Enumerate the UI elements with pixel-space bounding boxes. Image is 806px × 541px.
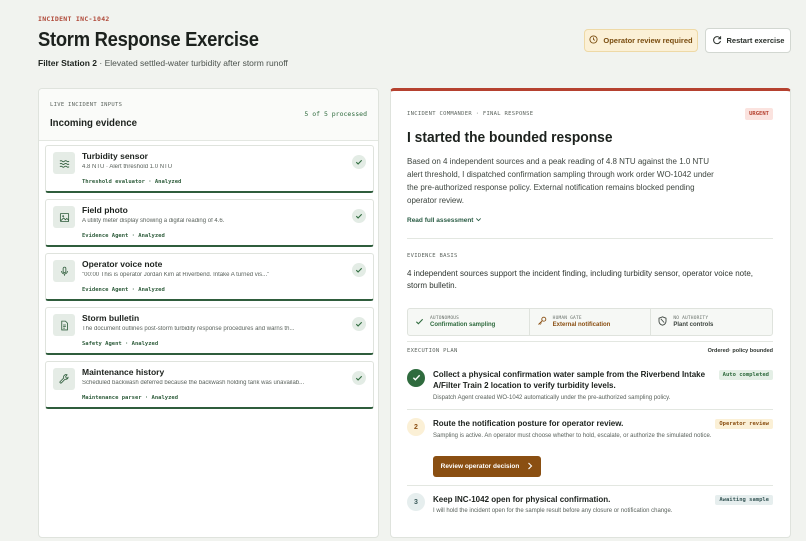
check-icon xyxy=(352,371,366,385)
check-icon xyxy=(412,373,421,384)
execution-order-note: Ordered· policy bounded xyxy=(707,348,773,354)
step-1-marker xyxy=(407,369,425,387)
evidence-title: Operator voice note xyxy=(82,259,163,269)
chevron-down-icon xyxy=(475,216,482,225)
evidence-basis-text: 4 independent sources support the incide… xyxy=(407,269,753,290)
clock-icon xyxy=(589,35,598,46)
status-badge: Auto completed xyxy=(718,370,773,380)
evidence-item-storm-bulletin[interactable]: Storm bulletin The document outlines pos… xyxy=(45,307,374,355)
step-1-desc: Dispatch Agent created WO-1042 automatic… xyxy=(433,395,671,401)
step-3-marker: 3 xyxy=(407,493,425,511)
evidence-agent: Maintenance parser · Analyzed xyxy=(82,395,179,401)
evidence-item-maintenance[interactable]: Maintenance history Scheduled backwash d… xyxy=(45,361,374,409)
divider xyxy=(407,409,773,410)
mode-type: HUMAN GATE xyxy=(552,316,582,321)
microphone-icon xyxy=(53,260,75,282)
waves-icon xyxy=(53,152,75,174)
operator-review-button[interactable]: Operator review required xyxy=(584,29,698,52)
wrench-icon xyxy=(53,368,75,390)
authority-modes: AUTONOMOUS Confirmation sampling HUMAN GA… xyxy=(407,308,773,336)
page-title: Storm Response Exercise xyxy=(38,29,259,51)
evidence-desc: A utility meter display showing a digita… xyxy=(82,218,225,224)
mode-type: NO AUTHORITY xyxy=(673,316,709,321)
check-icon xyxy=(352,155,366,169)
evidence-panel-label: LIVE INCIDENT INPUTS xyxy=(50,102,123,108)
check-icon xyxy=(415,313,424,331)
step-2-marker: 2 xyxy=(407,418,425,436)
step-2-desc: Sampling is active. An operator must cho… xyxy=(433,433,712,439)
document-icon xyxy=(53,314,75,336)
evidence-item-field-photo[interactable]: Field photo A utility meter display show… xyxy=(45,199,374,247)
evidence-panel-title: Incoming evidence xyxy=(50,117,137,129)
evidence-item-voice-note[interactable]: Operator voice note "00:00 This is opera… xyxy=(45,253,374,301)
response-title: I started the bounded response xyxy=(407,129,613,146)
restart-exercise-label: Restart exercise xyxy=(726,36,785,45)
step-1-title: Collect a physical confirmation water sa… xyxy=(433,370,706,390)
divider xyxy=(407,238,773,239)
mode-label: External notification xyxy=(552,322,611,328)
refresh-icon xyxy=(712,35,722,47)
urgent-badge: URGENT xyxy=(745,108,773,120)
page-subtitle: Filter Station 2 · Elevated settled-wate… xyxy=(38,58,288,68)
evidence-title: Storm bulletin xyxy=(82,313,140,323)
final-response-panel: INCIDENT COMMANDER · FINAL RESPONSE URGE… xyxy=(390,88,791,538)
evidence-panel: LIVE INCIDENT INPUTS Incoming evidence 5… xyxy=(38,88,379,538)
evidence-desc: 4.8 NTU · Alert threshold 1.0 NTU xyxy=(82,164,173,170)
incident-code: INCIDENT INC-1042 xyxy=(38,15,110,23)
mode-label: Plant controls xyxy=(673,322,714,328)
mode-label: Confirmation sampling xyxy=(430,322,496,328)
read-full-assessment-link[interactable]: Read full assessment xyxy=(407,216,482,225)
mode-human-gate: HUMAN GATE External notification xyxy=(530,309,652,335)
chevron-right-icon xyxy=(527,462,533,472)
station-name: Filter Station 2 xyxy=(38,58,98,68)
image-icon xyxy=(53,206,75,228)
evidence-desc: "00:00 This is operator Jordan Kim at Ri… xyxy=(82,272,270,278)
evidence-agent: Evidence Agent · Analyzed xyxy=(82,233,165,239)
evidence-agent: Safety Agent · Analyzed xyxy=(82,341,159,347)
response-panel-label: INCIDENT COMMANDER · FINAL RESPONSE xyxy=(407,111,534,117)
step-3-desc: I will hold the incident open for the sa… xyxy=(433,508,673,514)
step-2-title: Route the notification posture for opera… xyxy=(433,419,624,428)
key-icon xyxy=(537,313,547,331)
mode-type: AUTONOMOUS xyxy=(430,316,460,321)
review-operator-decision-button[interactable]: Review operator decision xyxy=(433,456,541,477)
divider xyxy=(407,341,773,342)
evidence-item-turbidity[interactable]: Turbidity sensor 4.8 NTU · Alert thresho… xyxy=(45,145,374,193)
check-icon xyxy=(352,209,366,223)
response-body: Based on 4 independent sources and a pea… xyxy=(407,157,714,205)
evidence-basis-label: EVIDENCE BASIS xyxy=(407,253,458,259)
operator-review-label: Operator review required xyxy=(603,36,693,45)
processed-count: 5 of 5 processed xyxy=(304,110,367,118)
restart-exercise-button[interactable]: Restart exercise xyxy=(705,28,791,53)
status-badge: Operator review xyxy=(715,419,773,429)
check-icon xyxy=(352,317,366,331)
subtitle-text: · Elevated settled-water turbidity after… xyxy=(99,58,288,68)
status-badge: Awaiting sample xyxy=(715,495,773,505)
shield-icon xyxy=(658,313,667,331)
evidence-title: Field photo xyxy=(82,205,128,215)
mode-autonomous: AUTONOMOUS Confirmation sampling xyxy=(408,309,530,335)
evidence-desc: Scheduled backwash deferred because the … xyxy=(82,380,305,386)
mode-no-authority: NO AUTHORITY Plant controls xyxy=(651,309,772,335)
evidence-title: Turbidity sensor xyxy=(82,151,148,161)
check-icon xyxy=(352,263,366,277)
execution-plan-label: EXECUTION PLAN xyxy=(407,348,458,354)
step-3-title: Keep INC-1042 open for physical confirma… xyxy=(433,495,611,504)
review-decision-label: Review operator decision xyxy=(440,463,520,470)
evidence-agent: Evidence Agent · Analyzed xyxy=(82,287,165,293)
evidence-desc: The document outlines post-storm turbidi… xyxy=(82,326,295,332)
evidence-agent: Threshold evaluator · Analyzed xyxy=(82,179,182,185)
evidence-panel-header: LIVE INCIDENT INPUTS Incoming evidence 5… xyxy=(39,89,378,141)
read-more-label: Read full assessment xyxy=(407,217,474,225)
evidence-title: Maintenance history xyxy=(82,367,165,377)
divider xyxy=(407,485,773,486)
